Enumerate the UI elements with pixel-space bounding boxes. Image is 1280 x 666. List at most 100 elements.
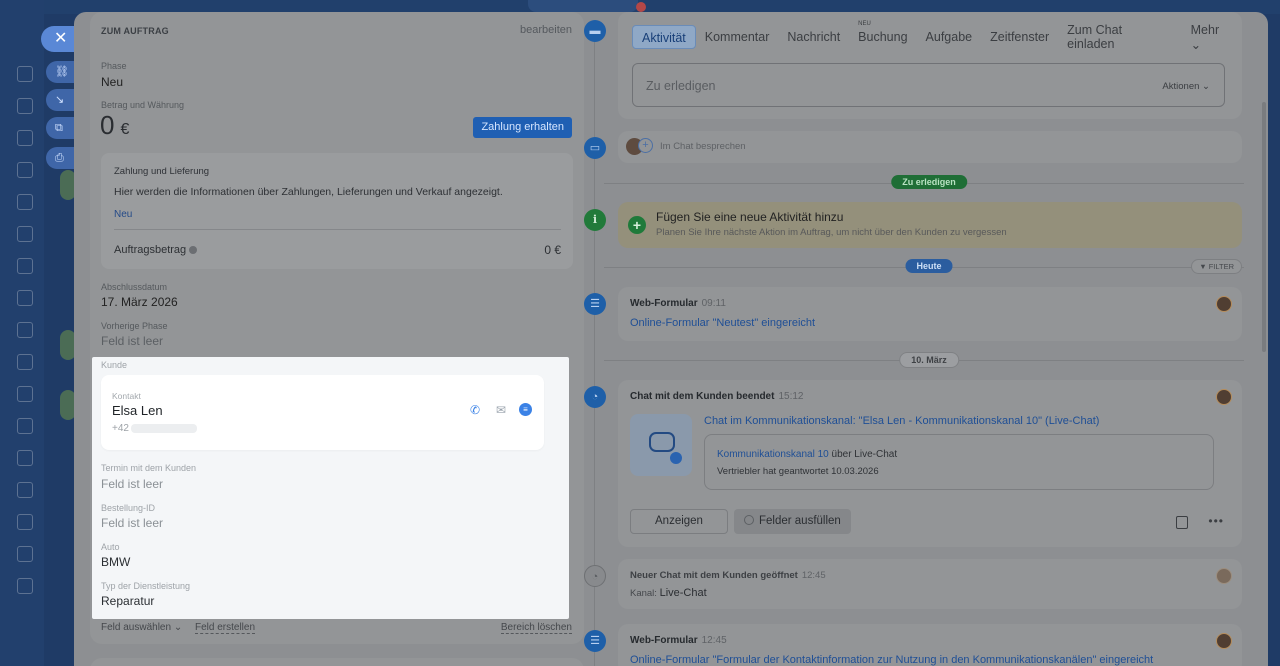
actions-dropdown[interactable]: Aktionen ⌄ — [1162, 81, 1210, 92]
create-field-link[interactable]: Feld erstellen — [194, 622, 256, 634]
checklist-icon[interactable] — [17, 322, 33, 338]
item-title: Web-Formular 09:11 — [630, 298, 726, 309]
filter-button[interactable]: ▼ FILTER — [1191, 259, 1242, 274]
minimize-icon[interactable]: ↘ — [46, 89, 76, 111]
sites-icon[interactable] — [17, 290, 33, 306]
select-field-link[interactable]: Feld auswählen ⌄ — [101, 622, 182, 633]
more-options-icon[interactable]: ••• — [1208, 514, 1224, 528]
fill-fields-button[interactable]: Felder ausfüllen — [734, 509, 851, 534]
calendar-icon[interactable] — [17, 226, 33, 242]
prev-phase-value[interactable]: Feld ist leer — [101, 334, 163, 348]
avatar[interactable] — [1216, 633, 1232, 649]
phone-icon[interactable]: ✆ — [467, 403, 483, 417]
close-date-value[interactable]: 17. März 2026 — [101, 295, 178, 309]
close-slider-button[interactable]: ✕ — [41, 26, 77, 52]
order-id-value[interactable]: Feld ist leer — [101, 516, 163, 530]
store-icon[interactable] — [17, 514, 33, 530]
avatar[interactable] — [1216, 389, 1232, 405]
item-title: Neuer Chat mit dem Kunden geöffnet 12:45 — [630, 570, 826, 581]
order-amount-label: Auftragsbetrag — [114, 244, 198, 256]
more-apps-icon[interactable] — [17, 578, 33, 594]
tab-task[interactable]: Aufgabe — [917, 30, 982, 44]
avatar[interactable] — [1216, 296, 1232, 312]
divider — [114, 229, 561, 230]
stream-icon[interactable] — [17, 130, 33, 146]
notification-dot — [636, 2, 646, 12]
clear-section-link[interactable]: Bereich löschen — [500, 622, 572, 634]
home-icon[interactable] — [17, 66, 33, 82]
channel-link[interactable]: Kommunikationskanal 10 — [717, 449, 829, 460]
add-participant-icon[interactable]: + — [638, 138, 653, 153]
receive-payment-button[interactable]: Zahlung erhalten — [473, 117, 572, 138]
copy-link-icon[interactable]: ⛓ — [46, 61, 76, 83]
chat-placeholder: Im Chat besprechen — [660, 141, 746, 152]
chat-discuss-row[interactable]: + Im Chat besprechen — [618, 131, 1242, 163]
webform-link[interactable]: Online-Formular "Formular der Kontaktinf… — [630, 654, 1153, 666]
background-kanban — [56, 160, 76, 660]
mail-icon[interactable]: ✉ — [493, 403, 509, 417]
add-icon[interactable]: + — [628, 216, 646, 234]
chat-icon: ◔ — [584, 386, 606, 408]
tab-message[interactable]: Nachricht — [778, 30, 849, 44]
customer-section-highlight: Kunde Kontakt Elsa Len +42 ✆ ✉ ≡ Termin … — [92, 357, 569, 619]
print-icon[interactable]: ⎙ — [46, 147, 76, 169]
crm-icon[interactable] — [17, 258, 33, 274]
pen-icon[interactable] — [17, 418, 33, 434]
tab-invite-chat[interactable]: Zum Chat einladen — [1058, 23, 1181, 51]
inventory-icon[interactable] — [17, 482, 33, 498]
robot-icon[interactable] — [17, 386, 33, 402]
tab-timeslot[interactable]: Zeitfenster — [981, 30, 1058, 44]
chat-icon[interactable]: ≡ — [519, 403, 532, 416]
todo-input[interactable]: Zu erledigen Aktionen ⌄ — [632, 63, 1225, 107]
service-type-label: Typ der Dienstleistung — [101, 581, 191, 591]
settings-icon[interactable] — [17, 98, 33, 114]
show-button[interactable]: Anzeigen — [630, 509, 728, 534]
prev-phase-label: Vorherige Phase — [101, 321, 168, 331]
add-activity-panel[interactable]: + Fügen Sie eine neue Aktivität hinzu Pl… — [618, 202, 1242, 248]
avatar[interactable] — [1216, 568, 1232, 584]
webform-link[interactable]: Online-Formular "Neutest" eingereicht — [630, 317, 815, 329]
todo-placeholder: Zu erledigen — [646, 79, 716, 93]
contact-name[interactable]: Elsa Len — [112, 403, 163, 418]
top-tab — [528, 0, 638, 12]
tasks-icon[interactable] — [17, 162, 33, 178]
menu-icon[interactable] — [17, 546, 33, 562]
payment-status-link[interactable]: Neu — [114, 209, 132, 220]
cart-icon[interactable] — [17, 450, 33, 466]
edit-section-link[interactable]: bearbeiten — [520, 24, 572, 36]
tab-activity[interactable]: Aktivität — [632, 25, 696, 49]
contact-phone[interactable]: +42 — [112, 423, 197, 434]
amount-value[interactable]: 0 € — [100, 110, 129, 141]
chat-link[interactable]: Chat im Kommunikationskanal: "Elsa Len -… — [704, 415, 1099, 427]
appointment-value[interactable]: Feld ist leer — [101, 477, 163, 491]
activity-editor-panel: Aktivität Kommentar Nachricht NEU Buchung… — [618, 12, 1242, 119]
timeline-item-chat-opened: Neuer Chat mit dem Kunden geöffnet 12:45 … — [618, 559, 1242, 609]
phase-value[interactable]: Neu — [101, 75, 123, 89]
tab-booking[interactable]: NEU Buchung — [849, 21, 916, 44]
car-value[interactable]: BMW — [101, 555, 130, 569]
activity-tabs: Aktivität Kommentar Nachricht NEU Buchung… — [632, 21, 1242, 52]
customer-label: Kunde — [101, 360, 128, 370]
date-divider-badge: 10. März — [899, 352, 959, 368]
chat-channel-icon — [630, 414, 692, 476]
item-time: 12:45 — [801, 570, 826, 581]
tab-comment[interactable]: Kommentar — [696, 30, 779, 44]
amount-label: Betrag und Währung — [101, 100, 185, 110]
item-time: 15:12 — [778, 391, 804, 402]
service-type-value[interactable]: Reparatur — [101, 594, 154, 608]
phase-label: Phase — [101, 61, 127, 71]
tab-more[interactable]: Mehr ⌄ — [1182, 23, 1242, 52]
mail-icon[interactable] — [17, 354, 33, 370]
add-activity-title: Fügen Sie eine neue Aktivität hinzu — [656, 210, 844, 224]
scrollbar[interactable] — [1262, 102, 1266, 352]
help-icon[interactable] — [189, 246, 198, 255]
form-icon: ☰ — [584, 630, 606, 652]
timeline-item-webform: Web-Formular 09:11 Online-Formular "Neute… — [618, 287, 1242, 341]
item-title: Web-Formular 12:45 — [630, 635, 727, 646]
contact-card[interactable]: Kontakt Elsa Len +42 ✆ ✉ ≡ — [101, 375, 544, 450]
info-icon: i — [584, 209, 606, 231]
car-label: Auto — [101, 542, 120, 552]
chat-icon[interactable] — [17, 194, 33, 210]
open-new-window-icon[interactable]: ⧉ — [46, 117, 76, 139]
document-icon[interactable] — [1176, 516, 1188, 529]
